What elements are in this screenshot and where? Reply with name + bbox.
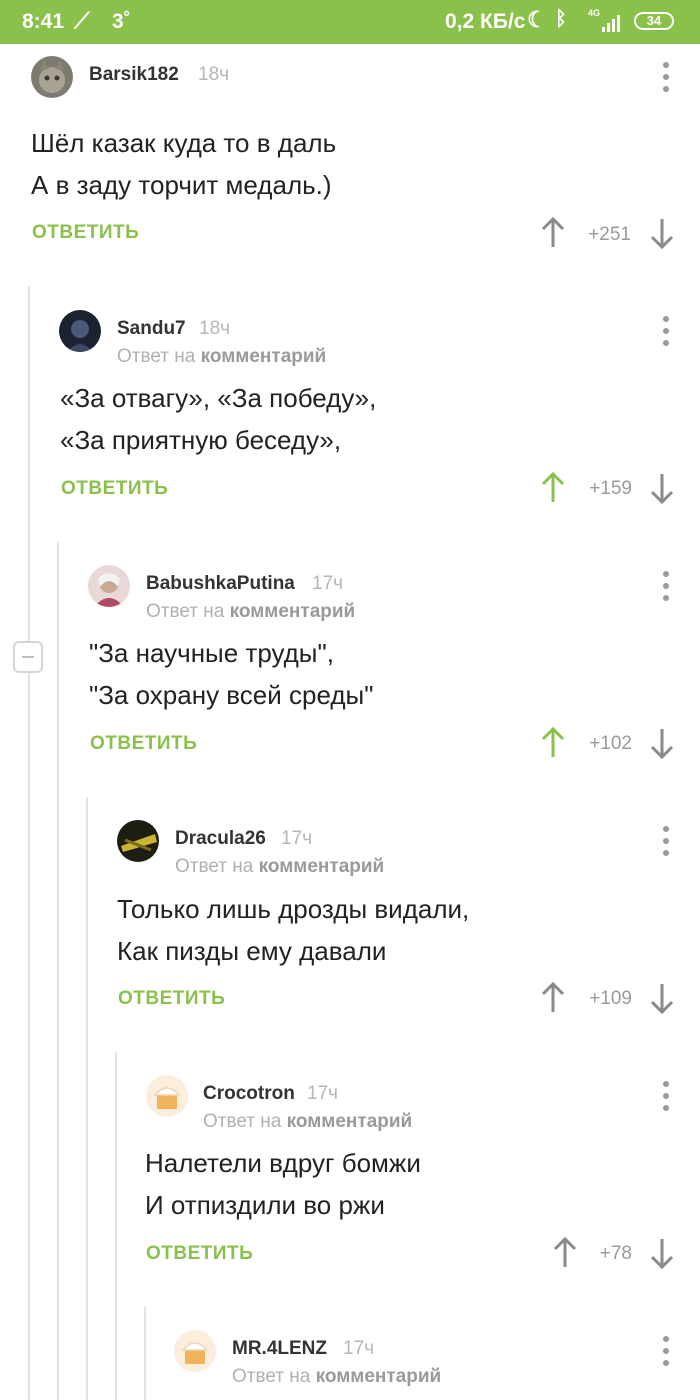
- temperature: 3˚: [112, 10, 131, 33]
- vote-score: +102: [589, 733, 632, 754]
- reply-to-label: Ответ на комментарий: [146, 601, 356, 622]
- activity-icon: ⟋: [74, 8, 90, 33]
- upvote-icon[interactable]: [538, 981, 568, 1015]
- reply-to-link[interactable]: комментарий: [287, 1111, 413, 1132]
- bluetooth-icon: ᛒ: [555, 8, 567, 30]
- more-options-icon[interactable]: [662, 316, 670, 346]
- downvote-icon[interactable]: [647, 216, 677, 250]
- vote-score: +109: [589, 988, 632, 1009]
- thread-line[interactable]: [57, 542, 59, 1400]
- thread-line[interactable]: [144, 1307, 146, 1400]
- author-name[interactable]: BabushkaPutina: [146, 573, 295, 595]
- reply-button[interactable]: ОТВЕТИТЬ: [61, 478, 168, 500]
- thread-line[interactable]: [115, 1052, 117, 1400]
- comment-line: Налетели вдруг бомжи: [145, 1148, 421, 1178]
- network-speed: 0,2 КБ/с: [445, 10, 526, 33]
- reply-button[interactable]: ОТВЕТИТЬ: [90, 733, 197, 755]
- comment-time: 17ч: [281, 828, 313, 849]
- avatar[interactable]: [88, 565, 130, 607]
- reply-to-link[interactable]: комментарий: [259, 856, 385, 877]
- reply-to-label: Ответ на комментарий: [117, 346, 327, 367]
- downvote-icon[interactable]: [647, 1236, 677, 1270]
- comment-time: 18ч: [199, 318, 231, 339]
- author-name[interactable]: Dracula26: [175, 828, 266, 850]
- more-options-icon[interactable]: [662, 1081, 670, 1111]
- reply-to-link[interactable]: комментарий: [316, 1366, 442, 1387]
- avatar[interactable]: [174, 1330, 216, 1372]
- more-options-icon[interactable]: [662, 826, 670, 856]
- avatar[interactable]: [59, 310, 101, 352]
- vote-score: +251: [588, 224, 631, 245]
- comment-time: 17ч: [307, 1083, 339, 1104]
- comment-line: И отпиздили во ржи: [145, 1190, 385, 1220]
- reply-to-label: Ответ на комментарий: [175, 856, 385, 877]
- thread-line[interactable]: [86, 797, 88, 1400]
- reply-to-label: Ответ на комментарий: [203, 1111, 413, 1132]
- more-options-icon[interactable]: [662, 1336, 670, 1366]
- do-not-disturb-icon: ☾: [527, 7, 547, 32]
- comment-text: Шёл казак куда то в даль А в заду торчит…: [31, 122, 336, 206]
- vote-score: +159: [589, 478, 632, 499]
- comment-text: Налетели вдруг бомжи И отпиздили во ржи: [145, 1142, 421, 1226]
- comment-line: "За научные труды",: [89, 638, 334, 668]
- reply-button[interactable]: ОТВЕТИТЬ: [146, 1243, 253, 1265]
- downvote-icon[interactable]: [647, 726, 677, 760]
- avatar[interactable]: [117, 820, 159, 862]
- author-name[interactable]: Crocotron: [203, 1083, 295, 1105]
- comment-time: 17ч: [343, 1338, 375, 1359]
- reply-to-label: Ответ на комментарий: [232, 1366, 442, 1387]
- comment-line: "За охрану всей среды": [89, 680, 374, 710]
- author-name[interactable]: Sandu7: [117, 318, 186, 340]
- comment-line: Как пизды ему давали: [117, 936, 387, 966]
- upvote-icon[interactable]: [538, 726, 568, 760]
- signal-icon: [602, 14, 624, 32]
- author-name[interactable]: MR.4LENZ: [232, 1338, 327, 1360]
- comment-line: Только лишь дрозды видали,: [117, 894, 470, 924]
- network-type: 4G: [588, 8, 601, 18]
- reply-button[interactable]: ОТВЕТИТЬ: [32, 222, 139, 244]
- author-name[interactable]: Barsik182: [89, 64, 179, 86]
- comment-line: «За отвагу», «За победу»,: [60, 383, 377, 413]
- reply-button[interactable]: ОТВЕТИТЬ: [118, 988, 225, 1010]
- reply-to-link[interactable]: комментарий: [230, 601, 356, 622]
- upvote-icon[interactable]: [538, 216, 568, 250]
- comment-line: А в заду торчит медаль.): [31, 170, 332, 200]
- vote-score: +78: [599, 1243, 632, 1264]
- comment-time: 18ч: [198, 64, 230, 85]
- downvote-icon[interactable]: [647, 471, 677, 505]
- avatar[interactable]: [31, 56, 73, 98]
- clock: 8:41: [22, 10, 65, 33]
- comment-time: 17ч: [312, 573, 344, 594]
- thread-line[interactable]: [28, 286, 30, 1400]
- reply-to-link[interactable]: комментарий: [201, 346, 327, 367]
- comment-line: «За приятную беседу»,: [60, 425, 342, 455]
- comment-line: Шёл казак куда то в даль: [31, 128, 337, 158]
- comment-text: "За научные труды", "За охрану всей сред…: [89, 632, 373, 716]
- more-options-icon[interactable]: [662, 571, 670, 601]
- more-options-icon[interactable]: [662, 62, 670, 92]
- downvote-icon[interactable]: [647, 981, 677, 1015]
- status-bar: 8:41 ⟋ 3˚ 0,2 КБ/с ☾ ᛒ 4G 34: [0, 0, 700, 44]
- comment-text: Только лишь дрозды видали, Как пизды ему…: [117, 888, 469, 972]
- upvote-icon[interactable]: [538, 471, 568, 505]
- comment-text: «За отвагу», «За победу», «За приятную б…: [60, 377, 376, 461]
- avatar[interactable]: [146, 1075, 188, 1117]
- battery-icon: 34: [634, 12, 674, 30]
- collapse-thread-button[interactable]: [13, 641, 43, 673]
